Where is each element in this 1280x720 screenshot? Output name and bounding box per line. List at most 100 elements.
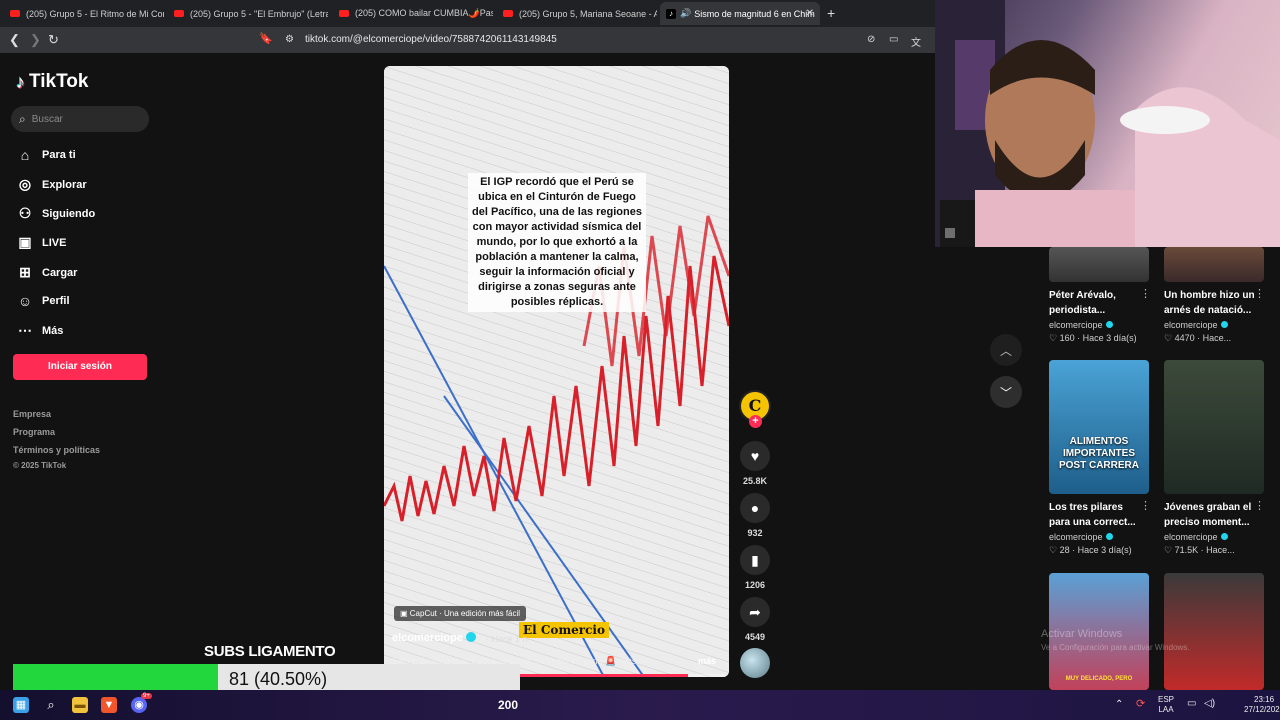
browser-tab-active[interactable]: ♪ 🔊 Sismo de magnitud 6 en Chim ✕ [660, 2, 820, 25]
back-icon[interactable]: ❮ [9, 32, 20, 48]
post-time: Hace 3 día(s) [1077, 545, 1132, 555]
more-options-icon[interactable]: ⋮ [1254, 499, 1265, 512]
forward-icon[interactable]: ❯ [30, 32, 41, 48]
discord-badge: 9+ [141, 693, 152, 699]
language-indicator[interactable]: ESP LAA [1158, 695, 1174, 715]
related-author-3[interactable]: elcomerciope [1049, 532, 1113, 542]
save-button[interactable]: ▮ [740, 545, 770, 575]
network-icon[interactable]: ▭ [1187, 699, 1196, 709]
more-link[interactable]: más [698, 656, 716, 666]
footer-link-empresa[interactable]: Empresa [13, 409, 51, 419]
browser-tab-2[interactable]: (205) Grupo 5 - "El Embrujo" (Letra) [168, 2, 328, 25]
compass-icon: ◎ [18, 176, 32, 192]
post-time: Hace... [1206, 545, 1235, 555]
reload-icon[interactable]: ↻ [48, 32, 59, 48]
sidebar-item-live[interactable]: ▣ LIVE [16, 234, 66, 251]
related-author-4[interactable]: elcomerciope [1164, 532, 1228, 542]
like-count: 4470 [1174, 333, 1195, 343]
streamer-webcam-image [935, 0, 1280, 247]
verified-icon [1105, 533, 1113, 540]
share-button[interactable]: ➦ [740, 597, 770, 627]
profile-icon: ☺ [17, 293, 33, 309]
video-player[interactable]: El IGP recordó que el Perú se ubica en e… [384, 66, 729, 677]
tab-label: (205) Grupo 5 - El Ritmo de Mi Corazón [26, 8, 164, 19]
browser-tab-1[interactable]: (205) Grupo 5 - El Ritmo de Mi Corazón [4, 2, 164, 25]
translate-icon[interactable]: 文 [911, 34, 921, 49]
url-field[interactable]: tiktok.com/@elcomerciope/video/758874206… [305, 34, 557, 45]
browser-tab-4[interactable]: (205) Grupo 5, Mariana Seoane - Alim [497, 2, 657, 25]
related-title-1[interactable]: Péter Arévalo, periodista... [1049, 288, 1141, 318]
sidebar-item-siguiendo[interactable]: ⚇ Siguiendo [16, 205, 95, 222]
discord-icon[interactable]: ◉ [131, 697, 147, 713]
related-title-3[interactable]: Los tres pilares para una correct... [1049, 500, 1141, 530]
related-author-2[interactable]: elcomerciope [1164, 320, 1228, 330]
chevron-up-icon[interactable]: ⌃ [1115, 700, 1123, 710]
search-input[interactable]: ⌕ Buscar [11, 106, 149, 132]
sidebar-item-label: Siguiendo [42, 207, 96, 220]
file-explorer-icon[interactable]: ▬ [72, 697, 88, 713]
related-author-1[interactable]: elcomerciope [1049, 320, 1113, 330]
windows-activation-watermark: Activar Windows Ve a Configuración para … [1041, 627, 1190, 655]
clock[interactable]: 23:16 27/12/2025 [1244, 695, 1280, 715]
sidebar-item-explorar[interactable]: ◎ Explorar [16, 176, 87, 193]
brave-browser-icon[interactable]: ▼ [101, 697, 117, 713]
follow-plus-icon[interactable]: + [749, 415, 762, 428]
heart-outline-icon: ♡ [1164, 545, 1173, 555]
related-meta-1: ♡ 160 · Hace 3 día(s) [1049, 333, 1137, 343]
more-options-icon[interactable]: ⋮ [1254, 287, 1265, 300]
site-info-icon[interactable]: ⚙ [285, 34, 294, 45]
tab-label: (205) Grupo 5 - "El Embrujo" (Letra) [190, 8, 328, 19]
posted-time: · Hace 1 h [486, 634, 528, 644]
thumb-overlay-text: MUY DELICADO, PERO [1065, 676, 1133, 682]
comment-button[interactable]: ● [740, 493, 770, 523]
windows-widget-icon[interactable]: ▦ [13, 697, 29, 713]
related-meta-2: ♡ 4470 · Hace... [1164, 333, 1232, 343]
clock-date: 27/12/2025 [1244, 705, 1280, 714]
copyright: © 2025 TikTok [13, 461, 67, 470]
sidebar-item-perfil[interactable]: ☺ Perfil [16, 293, 70, 309]
more-options-icon[interactable]: ⋮ [1140, 287, 1151, 300]
related-thumb-2[interactable] [1164, 247, 1264, 282]
related-thumb-3[interactable]: ALIMENTOS IMPORTANTES POST CARRERA [1049, 360, 1149, 494]
volume-icon[interactable]: ◁) [1204, 699, 1215, 709]
search-icon[interactable]: ⌕ [43, 697, 59, 713]
sidebar-item-mas[interactable]: ⋯ Más [16, 322, 63, 339]
previous-video-button[interactable]: ︿ [990, 334, 1022, 366]
tiktok-logo[interactable]: ♪ TikTok [16, 71, 88, 93]
footer-link-programa[interactable]: Programa [13, 427, 55, 437]
youtube-icon [10, 10, 20, 17]
related-title-2[interactable]: Un hombre hizo un arnés de natació... [1164, 288, 1256, 318]
cast-icon[interactable]: ▭ [889, 34, 898, 45]
video-author[interactable]: elcomerciope [392, 632, 476, 644]
language-code: ESP [1158, 695, 1175, 704]
more-options-icon[interactable]: ⋮ [1140, 499, 1151, 512]
related-thumb-4[interactable] [1164, 360, 1264, 494]
like-button[interactable]: ♥ [740, 441, 770, 471]
el-comercio-logo: El Comercio [519, 622, 609, 638]
watermark-title: Activar Windows [1041, 628, 1123, 640]
sidebar-item-cargar[interactable]: ⊞ Cargar [16, 264, 77, 281]
youtube-icon [174, 10, 184, 17]
heart-icon: ♥ [750, 448, 760, 464]
capcut-label[interactable]: ▣ CapCut · Una edición más fácil [394, 606, 527, 621]
next-video-button[interactable]: ﹀ [990, 376, 1022, 408]
author-name: elcomerciope [1164, 320, 1218, 330]
mute-icon[interactable]: ⊘ [867, 34, 875, 45]
sync-icon[interactable]: ⟳ [1136, 699, 1145, 710]
sidebar-item-para-ti[interactable]: ⌂ Para ti [16, 147, 76, 163]
related-thumb-1[interactable] [1049, 247, 1149, 282]
music-disc[interactable] [740, 648, 770, 678]
verified-icon [1105, 321, 1113, 328]
search-placeholder: Buscar [31, 113, 63, 125]
login-button[interactable]: Iniciar sesión [13, 354, 147, 380]
new-tab-button[interactable]: + [827, 5, 835, 21]
bookmark-icon[interactable]: 🔖 [259, 32, 273, 45]
like-count: 71.5K [1174, 545, 1199, 555]
comment-icon: ● [750, 500, 760, 516]
footer-link-terminos[interactable]: Términos y políticas [13, 445, 100, 455]
related-title-4[interactable]: Jóvenes graban el preciso moment... [1164, 500, 1256, 530]
verified-icon [465, 632, 476, 642]
close-icon[interactable]: ✕ [806, 8, 814, 19]
heart-outline-icon: ♡ [1164, 333, 1173, 343]
browser-tab-3[interactable]: (205) COMO bailar CUMBIA🌶️Pasos [333, 2, 493, 25]
